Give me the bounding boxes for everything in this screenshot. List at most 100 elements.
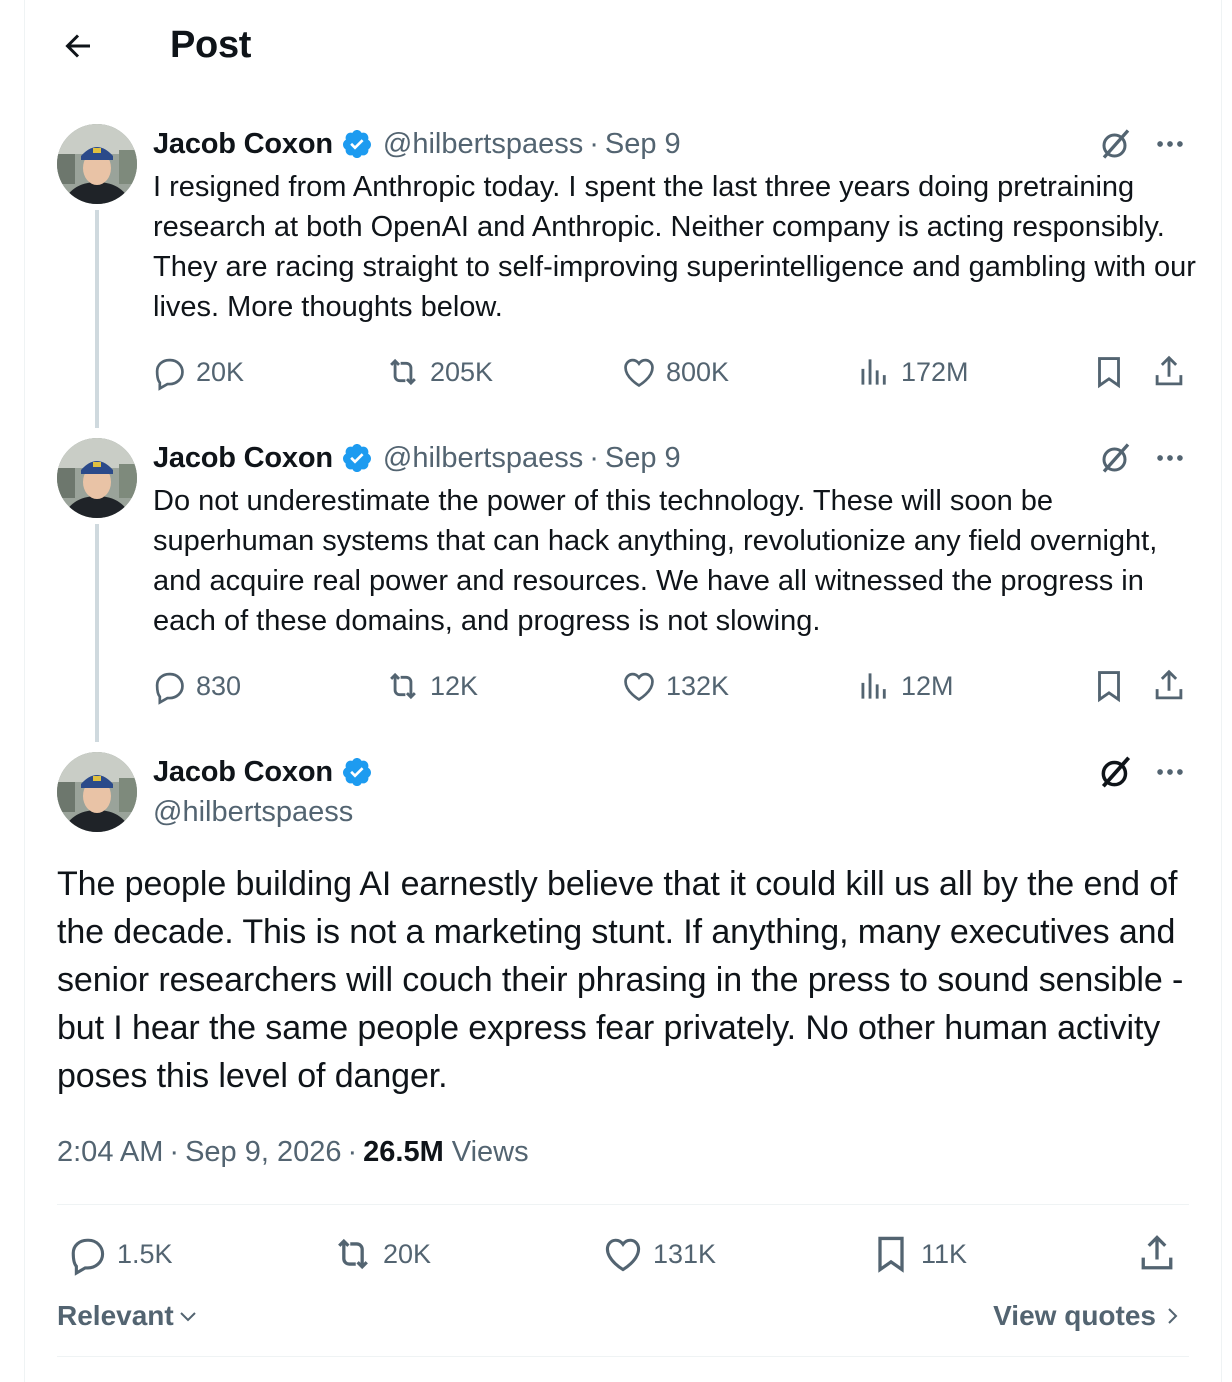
post-date[interactable]: Sep 9 bbox=[605, 442, 681, 475]
views-count: 12M bbox=[901, 670, 954, 701]
author-name[interactable]: Jacob Coxon bbox=[153, 442, 333, 475]
reply-button[interactable]: 1.5K bbox=[65, 1230, 173, 1278]
view-quotes-link[interactable]: View quotes bbox=[993, 1296, 1184, 1336]
separator-dot: · bbox=[589, 441, 599, 474]
views-total: 26.5M bbox=[363, 1135, 444, 1168]
thread-connector-line bbox=[95, 210, 99, 428]
repost-icon bbox=[390, 358, 416, 386]
thread-connector-line bbox=[95, 524, 99, 742]
page-title: Post bbox=[170, 24, 252, 66]
views-button[interactable]: 172M bbox=[855, 352, 969, 392]
more-button[interactable] bbox=[1150, 124, 1190, 164]
divider bbox=[57, 1356, 1189, 1357]
post-header: Jacob Coxon bbox=[153, 752, 373, 792]
repost-count: 20K bbox=[383, 1238, 432, 1269]
repost-button[interactable]: 20K bbox=[331, 1230, 431, 1278]
more-icon bbox=[1157, 455, 1183, 461]
bookmark-button[interactable]: 11K bbox=[869, 1230, 967, 1278]
like-count: 131K bbox=[653, 1238, 717, 1269]
divider bbox=[57, 1204, 1189, 1205]
back-button[interactable] bbox=[56, 24, 100, 68]
post-text: I resigned from Anthropic today. I spent… bbox=[153, 171, 1196, 323]
verified-badge-icon bbox=[342, 444, 371, 472]
like-count: 800K bbox=[666, 356, 730, 387]
share-icon bbox=[1155, 355, 1183, 386]
separator-dot: · bbox=[589, 127, 599, 160]
like-button[interactable]: 800K bbox=[620, 352, 729, 392]
like-button[interactable]: 132K bbox=[620, 666, 729, 706]
back-arrow-icon bbox=[65, 34, 90, 58]
reply-count: 20K bbox=[196, 356, 245, 387]
reply-icon bbox=[155, 672, 184, 705]
more-icon bbox=[1157, 141, 1183, 147]
post-actions: 20K 205K 800K 172M bbox=[150, 352, 1200, 392]
view-quotes-label: View quotes bbox=[993, 1300, 1156, 1331]
views-button[interactable]: 12M bbox=[855, 666, 954, 706]
author-handle[interactable]: @hilbertspaess bbox=[383, 128, 583, 161]
post-date[interactable]: Sep 9 bbox=[605, 128, 681, 161]
repost-button[interactable]: 12K bbox=[384, 666, 478, 706]
share-button[interactable] bbox=[1150, 666, 1188, 706]
post-actions: 1.5K 20K 131K 11K bbox=[57, 1230, 1197, 1278]
grok-icon bbox=[1101, 756, 1131, 788]
avatar[interactable] bbox=[57, 438, 137, 518]
grok-button[interactable] bbox=[1096, 752, 1136, 792]
post-meta: 2:04 AM · Sep 9, 2026 · 26.5M Views bbox=[57, 1130, 529, 1174]
like-button[interactable]: 131K bbox=[601, 1230, 716, 1278]
repost-count: 205K bbox=[430, 356, 494, 387]
share-button[interactable] bbox=[1135, 1230, 1187, 1278]
views-count: 172M bbox=[901, 356, 969, 387]
author-name[interactable]: Jacob Coxon bbox=[153, 756, 333, 789]
views-icon bbox=[861, 673, 886, 699]
post-full-date[interactable]: Sep 9, 2026 bbox=[185, 1136, 341, 1169]
post-actions: 830 12K 132K 12M bbox=[150, 666, 1200, 706]
reply-button[interactable]: 830 bbox=[150, 666, 241, 706]
chevron-down-icon bbox=[180, 1312, 196, 1322]
repost-icon bbox=[338, 1238, 368, 1270]
like-icon bbox=[605, 1238, 641, 1272]
post-text: Do not underestimate the power of this t… bbox=[153, 485, 1158, 637]
reply-icon bbox=[71, 1238, 105, 1276]
bookmark-icon bbox=[1098, 671, 1120, 703]
more-button[interactable] bbox=[1150, 438, 1190, 478]
avatar[interactable] bbox=[57, 752, 137, 832]
reply-count: 830 bbox=[196, 670, 242, 701]
separator-dot: · bbox=[347, 1135, 358, 1168]
grok-button[interactable] bbox=[1096, 124, 1136, 164]
like-count: 132K bbox=[666, 670, 730, 701]
separator-dot: · bbox=[169, 1135, 180, 1168]
repost-icon bbox=[390, 672, 416, 700]
repost-button[interactable]: 205K bbox=[384, 352, 493, 392]
page-header: Post bbox=[0, 0, 1232, 96]
more-icon bbox=[1157, 769, 1183, 775]
post-header: Jacob Coxon @hilbertspaess · Sep 9 bbox=[153, 124, 681, 164]
grok-button[interactable] bbox=[1096, 438, 1136, 478]
sort-label: Relevant bbox=[57, 1300, 174, 1331]
more-button[interactable] bbox=[1150, 752, 1190, 792]
bookmark-icon bbox=[1098, 357, 1120, 389]
avatar[interactable] bbox=[57, 124, 137, 204]
chevron-right-icon bbox=[1168, 1308, 1178, 1324]
author-handle[interactable]: @hilbertspaess bbox=[383, 442, 583, 475]
bookmark-count: 11K bbox=[921, 1238, 968, 1269]
share-button[interactable] bbox=[1150, 352, 1188, 392]
bookmark-button[interactable] bbox=[1090, 666, 1128, 706]
reply-button[interactable]: 20K bbox=[150, 352, 244, 392]
author-name[interactable]: Jacob Coxon bbox=[153, 128, 333, 161]
grok-icon bbox=[1102, 443, 1130, 473]
repost-count: 12K bbox=[430, 670, 479, 701]
like-icon bbox=[624, 672, 654, 702]
sort-replies-button[interactable]: Relevant bbox=[57, 1296, 200, 1336]
grok-icon bbox=[1102, 129, 1130, 159]
post-text: The people building AI earnestly believe… bbox=[57, 865, 1184, 1095]
views-label: Views bbox=[451, 1135, 529, 1168]
share-icon bbox=[1141, 1235, 1173, 1270]
bookmark-button[interactable] bbox=[1090, 352, 1128, 392]
views-icon bbox=[861, 359, 886, 385]
author-handle[interactable]: @hilbertspaess bbox=[153, 792, 353, 832]
bookmark-icon bbox=[878, 1236, 904, 1273]
post-header: Jacob Coxon @hilbertspaess · Sep 9 bbox=[153, 438, 681, 478]
verified-badge-icon bbox=[342, 758, 371, 786]
share-icon bbox=[1155, 669, 1183, 700]
post-time[interactable]: 2:04 AM bbox=[57, 1136, 163, 1169]
